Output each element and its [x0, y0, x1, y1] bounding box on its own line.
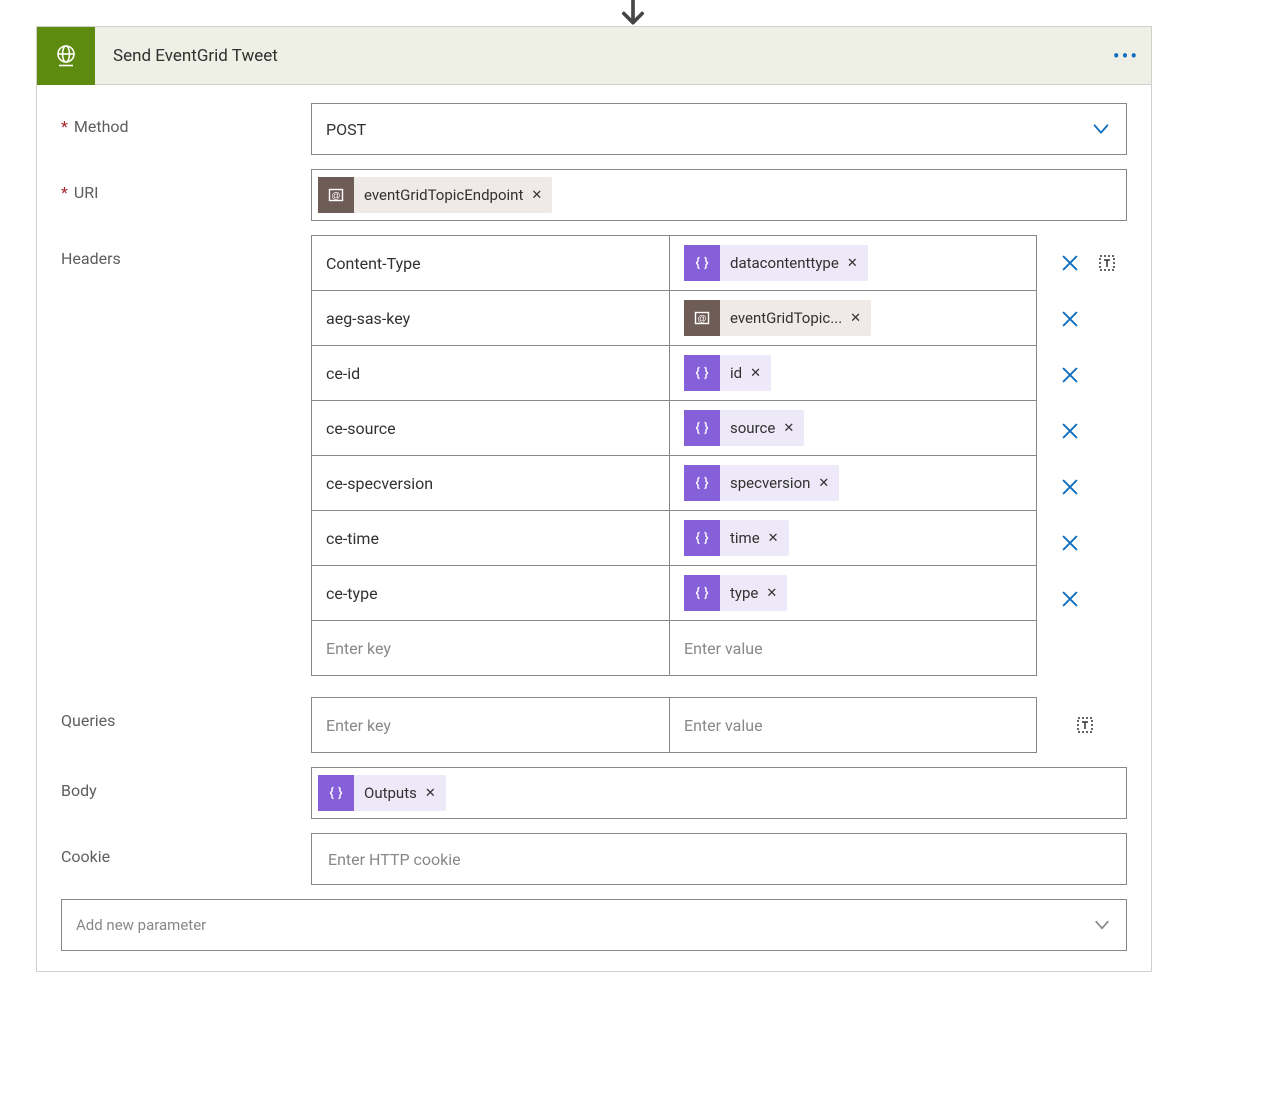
delete-row-icon[interactable]	[1059, 476, 1081, 498]
delete-row-icon[interactable]	[1059, 588, 1081, 610]
switch-to-text-mode-icon[interactable]	[1075, 715, 1095, 735]
delete-row-icon[interactable]	[1059, 252, 1081, 274]
token-label: eventGridTopic...	[730, 309, 842, 327]
delete-row-icon[interactable]	[1059, 420, 1081, 442]
header-key-input[interactable]: ce-time	[312, 511, 670, 565]
delete-row-icon[interactable]	[1059, 308, 1081, 330]
chevron-down-icon	[1090, 118, 1112, 140]
add-new-parameter-label: Add new parameter	[76, 916, 206, 934]
token-chip[interactable]: time ✕	[684, 520, 789, 556]
method-select[interactable]: POST	[311, 103, 1127, 155]
svg-text:@: @	[331, 191, 340, 201]
header-key-input[interactable]: Content-Type	[312, 236, 670, 290]
add-new-parameter-select[interactable]: Add new parameter	[61, 899, 1127, 951]
chevron-down-icon	[1092, 915, 1112, 935]
svg-text:@: @	[697, 314, 706, 324]
token-chip[interactable]: @ eventGridTopicEndpoint ✕	[318, 177, 552, 213]
expression-icon	[684, 410, 720, 446]
headers-table: Content-Type datacontenttype ✕ aeg-sas-key @…	[311, 235, 1037, 676]
header-row: ce-type type ✕	[312, 566, 1036, 621]
delete-row-icon[interactable]	[1059, 364, 1081, 386]
token-remove-icon[interactable]: ✕	[768, 531, 779, 546]
queries-label: Queries	[61, 697, 311, 730]
action-card-header[interactable]: Send EventGrid Tweet •••	[37, 27, 1151, 85]
parameter-icon: @	[318, 177, 354, 213]
token-label: Outputs	[364, 784, 417, 802]
token-chip[interactable]: id ✕	[684, 355, 771, 391]
header-value-input[interactable]: source ✕	[670, 401, 1036, 455]
token-label: eventGridTopicEndpoint	[364, 186, 523, 204]
header-row: ce-time time ✕	[312, 511, 1036, 566]
header-key-input[interactable]: ce-id	[312, 346, 670, 400]
token-chip[interactable]: source ✕	[684, 410, 804, 446]
header-value-input[interactable]: Enter value	[670, 621, 1036, 675]
cookie-input[interactable]	[326, 849, 1112, 870]
token-remove-icon[interactable]: ✕	[750, 366, 761, 381]
expression-icon	[684, 355, 720, 391]
body-input[interactable]: Outputs ✕	[311, 767, 1127, 819]
header-key-input[interactable]: ce-specversion	[312, 456, 670, 510]
queries-key-input[interactable]: Enter key	[312, 698, 670, 752]
header-value-input[interactable]: id ✕	[670, 346, 1036, 400]
token-label: id	[730, 364, 742, 382]
expression-icon	[684, 575, 720, 611]
header-key-input[interactable]: Enter key	[312, 621, 670, 675]
token-chip[interactable]: @ eventGridTopic... ✕	[684, 300, 871, 336]
method-value: POST	[326, 120, 366, 139]
token-label: datacontenttype	[730, 254, 839, 272]
token-remove-icon[interactable]: ✕	[818, 476, 829, 491]
token-chip[interactable]: datacontenttype ✕	[684, 245, 868, 281]
queries-table: Enter key Enter value	[311, 697, 1037, 753]
token-chip[interactable]: type ✕	[684, 575, 787, 611]
cookie-label: Cookie	[61, 833, 311, 866]
expression-icon	[684, 465, 720, 501]
expression-icon	[318, 775, 354, 811]
header-value-input[interactable]: @ eventGridTopic... ✕	[670, 291, 1036, 345]
header-value-input[interactable]: specversion ✕	[670, 456, 1036, 510]
header-value-input[interactable]: datacontenttype ✕	[670, 236, 1036, 290]
token-remove-icon[interactable]: ✕	[531, 188, 542, 203]
token-label: time	[730, 529, 760, 547]
parameter-icon: @	[684, 300, 720, 336]
header-key-input[interactable]: aeg-sas-key	[312, 291, 670, 345]
token-remove-icon[interactable]: ✕	[766, 586, 777, 601]
http-action-icon	[37, 27, 95, 85]
token-remove-icon[interactable]: ✕	[783, 421, 794, 436]
token-label: specversion	[730, 474, 810, 492]
header-row: ce-specversion specversion ✕	[312, 456, 1036, 511]
token-remove-icon[interactable]: ✕	[847, 256, 858, 271]
header-key-input[interactable]: ce-type	[312, 566, 670, 620]
header-row: ce-source source ✕	[312, 401, 1036, 456]
action-menu-button[interactable]: •••	[1101, 44, 1151, 68]
token-remove-icon[interactable]: ✕	[425, 786, 436, 801]
token-remove-icon[interactable]: ✕	[850, 311, 861, 326]
switch-to-text-mode-icon[interactable]	[1097, 253, 1117, 273]
method-label: Method	[61, 103, 311, 136]
token-chip[interactable]: Outputs ✕	[318, 775, 446, 811]
action-card: Send EventGrid Tweet ••• Method POST	[36, 26, 1152, 972]
header-row-new: Enter keyEnter value	[312, 621, 1036, 675]
delete-row-icon[interactable]	[1059, 532, 1081, 554]
cookie-input-wrap	[311, 833, 1127, 885]
body-label: Body	[61, 767, 311, 800]
headers-label: Headers	[61, 235, 311, 268]
header-row: ce-id id ✕	[312, 346, 1036, 401]
header-key-input[interactable]: ce-source	[312, 401, 670, 455]
uri-label: URI	[61, 169, 311, 202]
action-title: Send EventGrid Tweet	[95, 46, 1101, 66]
header-row: aeg-sas-key @ eventGridTopic... ✕	[312, 291, 1036, 346]
token-label: type	[730, 584, 758, 602]
header-row: Content-Type datacontenttype ✕	[312, 236, 1036, 291]
expression-icon	[684, 245, 720, 281]
header-value-input[interactable]: type ✕	[670, 566, 1036, 620]
expression-icon	[684, 520, 720, 556]
token-label: source	[730, 419, 775, 437]
uri-input[interactable]: @ eventGridTopicEndpoint ✕	[311, 169, 1127, 221]
queries-val-input[interactable]: Enter value	[670, 698, 1036, 752]
header-value-input[interactable]: time ✕	[670, 511, 1036, 565]
token-chip[interactable]: specversion ✕	[684, 465, 839, 501]
